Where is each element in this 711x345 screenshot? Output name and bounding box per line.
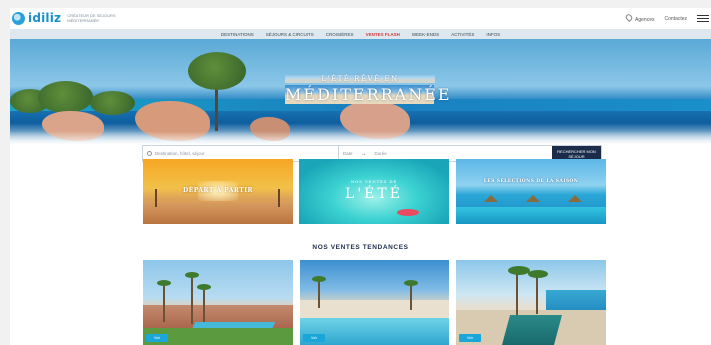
- nav-item-destinations[interactable]: Destinations: [221, 32, 254, 37]
- palm-trunk: [191, 274, 193, 324]
- nav-item-ventes-flash[interactable]: Ventes flash: [366, 32, 400, 37]
- listing-card[interactable]: Voir: [143, 260, 293, 345]
- hero-shrub: [38, 81, 93, 113]
- hut-roof: [568, 195, 582, 202]
- palm-frond: [312, 276, 326, 282]
- nav-item-week-ends[interactable]: Week-ends: [412, 32, 439, 37]
- hut-roof: [526, 195, 540, 202]
- hero-pine-tree: [188, 52, 246, 90]
- promo-title: Nos ventes de L'ÉTÉ: [299, 179, 449, 202]
- contact-link[interactable]: Contactez: [664, 16, 687, 22]
- listing-badge[interactable]: Voir: [459, 334, 481, 342]
- palm-frond: [508, 266, 530, 275]
- palm-trunk: [516, 270, 518, 315]
- promo-title-small: Nos ventes de: [350, 179, 398, 184]
- palm-frond: [185, 272, 199, 278]
- main-nav: Destinations Séjours & circuits Croisièr…: [10, 29, 711, 39]
- hut-roof: [484, 195, 498, 202]
- beach-sand: [143, 203, 293, 224]
- palm-frond: [197, 284, 211, 290]
- hero-shrub: [90, 91, 135, 115]
- palm-frond: [157, 280, 171, 286]
- hero-fade: [10, 131, 711, 144]
- hamburger-menu-icon[interactable]: [697, 15, 709, 22]
- overwater-pool: [456, 207, 606, 224]
- date-to: Durée: [374, 151, 387, 156]
- hero-title-line1: L'ÉTÉ RÊVÉ EN: [285, 75, 435, 83]
- palm-frond: [404, 280, 418, 286]
- promo-card-ete[interactable]: Nos ventes de L'ÉTÉ: [299, 159, 449, 224]
- stores-link-label: Agences: [635, 17, 655, 23]
- palm-frond: [528, 270, 548, 278]
- palm-trunk: [536, 274, 538, 314]
- promo-card-selection[interactable]: Les sélections de la saison: [456, 159, 606, 224]
- palm-trunk: [318, 278, 320, 308]
- hero-title-line2: MÉDITERRANÉE: [285, 85, 452, 104]
- location-pin-icon: [624, 12, 634, 23]
- header-actions: Agences Contactez: [624, 12, 709, 23]
- palm-trunk: [163, 282, 165, 322]
- pool-float: [397, 209, 419, 216]
- palm-trunk: [203, 286, 205, 322]
- hero-banner: L'ÉTÉ RÊVÉ EN MÉDITERRANÉE: [10, 39, 711, 144]
- promo-title: Les sélections de la saison: [483, 179, 579, 184]
- nav-item-sejours[interactable]: Séjours & circuits: [266, 32, 314, 37]
- page: idiliz Créateur de séjours Méditerranée …: [10, 8, 711, 345]
- hero-title: L'ÉTÉ RÊVÉ EN MÉDITERRANÉE: [285, 75, 495, 104]
- listing-badge[interactable]: Voir: [146, 334, 168, 342]
- hotel-pool: [501, 315, 563, 345]
- listing-badge[interactable]: Voir: [303, 334, 325, 342]
- promo-title-big: L'ÉTÉ: [345, 186, 403, 202]
- promo-card-depart[interactable]: DÉPART À PARTIR: [143, 159, 293, 224]
- site-header: idiliz Créateur de séjours Méditerranée …: [10, 8, 711, 29]
- nav-item-croisieres[interactable]: Croisières: [326, 32, 354, 37]
- listing-card[interactable]: Voir: [456, 260, 606, 345]
- nav-item-infos[interactable]: Infos: [486, 32, 500, 37]
- logo-tagline: Créateur de séjours Méditerranée: [67, 13, 116, 23]
- nav-item-activites[interactable]: Activités: [451, 32, 474, 37]
- logo-icon: [12, 11, 25, 25]
- hotel-building: [300, 300, 449, 320]
- listing-card[interactable]: Voir: [300, 260, 449, 345]
- stores-link[interactable]: Agences: [624, 12, 655, 23]
- arrow-right-icon: →: [360, 150, 367, 157]
- promo-title: DÉPART À PARTIR: [182, 187, 254, 194]
- palm-trunk: [410, 282, 412, 310]
- destination-placeholder: Destination, hôtel, séjour: [155, 151, 205, 156]
- logo[interactable]: idiliz Créateur de séjours Méditerranée: [12, 11, 127, 25]
- date-from: Date: [343, 151, 353, 156]
- search-icon: [147, 151, 152, 156]
- section-title: Nos ventes tendances: [312, 244, 409, 251]
- logo-text: idiliz: [28, 11, 62, 25]
